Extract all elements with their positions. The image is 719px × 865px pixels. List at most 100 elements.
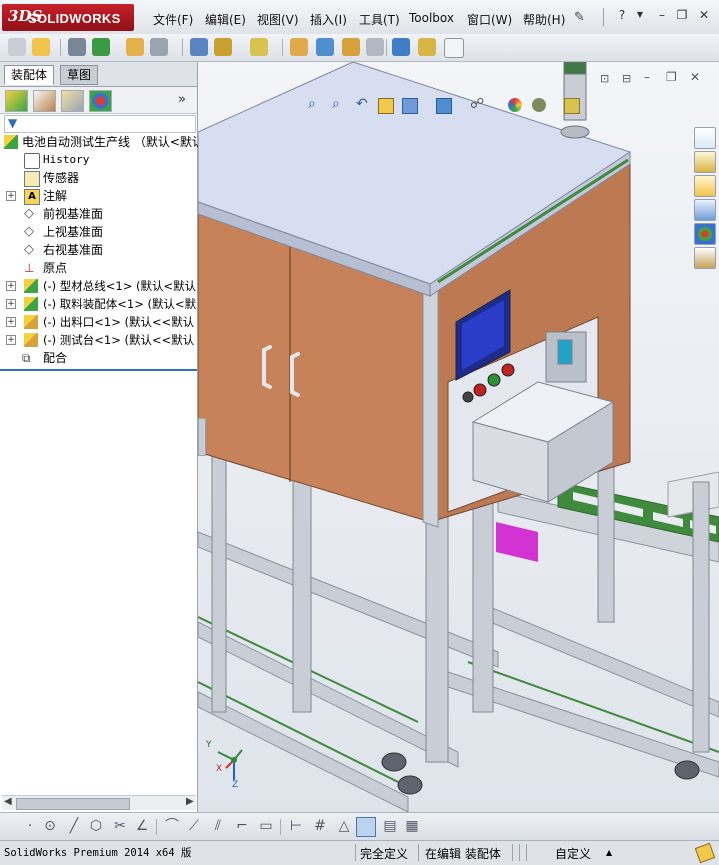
tag-icon[interactable]	[694, 842, 716, 864]
measure-icon[interactable]	[392, 38, 410, 56]
horizontal-icon[interactable]: ▤	[382, 818, 398, 834]
tree-item-outlet[interactable]: + (-) 出料口<1> (默认<<默认	[0, 313, 197, 331]
horizontal-scrollbar[interactable]: ◀ ▶	[2, 795, 196, 810]
select-icon[interactable]	[150, 38, 168, 56]
expand-icon[interactable]: +	[6, 299, 16, 309]
menu-edit[interactable]: 编辑(E)	[205, 11, 246, 28]
bom-icon[interactable]	[342, 38, 360, 56]
tree-item-sensors[interactable]: 传感器	[0, 169, 197, 187]
filter-box[interactable]: ▼	[4, 115, 196, 133]
smart-fasteners-icon[interactable]	[290, 38, 308, 56]
tree-item-right-plane[interactable]: ◇ 右视基准面	[0, 241, 197, 259]
tab-assembly[interactable]: 装配体	[4, 65, 55, 85]
tree-root[interactable]: 电池自动测试生产线 （默认<默认	[0, 133, 204, 151]
menu-file[interactable]: 文件(F)	[153, 11, 193, 28]
units-dropdown-icon[interactable]: ▲	[606, 848, 612, 857]
table-icon[interactable]: ▦	[404, 818, 420, 834]
point-icon[interactable]: ·	[22, 818, 38, 834]
panel-collapse-handle[interactable]	[198, 418, 206, 456]
zoom-area-icon[interactable]: ⌕	[332, 96, 340, 112]
insert-component-icon[interactable]	[190, 38, 208, 56]
menu-help[interactable]: 帮助(H)	[523, 11, 565, 28]
doc-minimize-icon[interactable]: –	[644, 70, 650, 84]
grid-icon[interactable]: #	[312, 818, 328, 834]
menu-tools[interactable]: 工具(T)	[359, 11, 400, 28]
view-orientation-icon[interactable]	[402, 98, 418, 114]
rollback-bar[interactable]	[0, 369, 197, 371]
view-palette-icon[interactable]	[694, 199, 716, 221]
propertymanager-icon[interactable]	[33, 90, 56, 112]
scroll-thumb[interactable]	[16, 798, 130, 810]
help-dropdown-icon[interactable]: ▼	[633, 9, 647, 21]
paperclip-icon[interactable]	[68, 38, 86, 56]
interference-icon[interactable]	[366, 38, 384, 56]
status-units[interactable]: 自定义	[555, 845, 591, 862]
circle-icon[interactable]: ⊙	[42, 818, 58, 834]
fillet-icon[interactable]: ⌒	[164, 818, 180, 834]
tree-item-mates[interactable]: ⧉ 配合	[0, 349, 197, 367]
menu-toolbox[interactable]: Toolbox	[409, 11, 454, 25]
scene-icon[interactable]	[532, 98, 546, 112]
tab-sketch[interactable]: 草图	[60, 65, 99, 85]
new-doc-icon[interactable]	[8, 38, 26, 56]
tree-item-test-bench[interactable]: + (-) 测试台<1> (默认<<默认	[0, 331, 197, 349]
polygon-icon[interactable]: ⬡	[88, 818, 104, 834]
line-icon[interactable]: ╱	[66, 818, 82, 834]
zoom-to-fit-icon[interactable]: ⌕	[308, 96, 316, 112]
menu-window[interactable]: 窗口(W)	[467, 11, 512, 28]
help-icon[interactable]: ?	[615, 9, 629, 21]
corner-icon[interactable]: ⌐	[234, 818, 250, 834]
mass-properties-icon[interactable]	[418, 38, 436, 56]
expand-icon[interactable]: +	[6, 317, 16, 327]
minimize-icon[interactable]: –	[655, 9, 669, 21]
dimension-icon[interactable]: ⊢	[288, 818, 304, 834]
configurationmanager-icon[interactable]	[61, 90, 84, 112]
scroll-left-icon[interactable]: ◀	[4, 796, 12, 807]
box-icon[interactable]	[356, 817, 376, 837]
chamfer-icon[interactable]: ⟋	[186, 818, 202, 834]
restore-icon[interactable]: ❐	[675, 9, 689, 21]
hide-show-icon[interactable]: ☍	[470, 96, 484, 112]
exploded-view-icon[interactable]	[316, 38, 334, 56]
filter-icon[interactable]: ▼	[8, 116, 17, 130]
tree-item-history[interactable]: History	[0, 151, 197, 169]
tree-item-profile-line[interactable]: + (-) 型材总线<1> (默认<默认	[0, 277, 197, 295]
offset-icon[interactable]: ⫽	[210, 818, 226, 834]
angle-icon[interactable]: ∠	[134, 818, 150, 834]
tree-item-top-plane[interactable]: ◇ 上视基准面	[0, 223, 197, 241]
tree-item-annotations[interactable]: + A 注解	[0, 187, 197, 205]
design-library-icon[interactable]	[694, 151, 716, 173]
tile-view-icon[interactable]: ⊟	[622, 72, 631, 85]
doc-close-icon[interactable]: ✕	[690, 70, 700, 84]
triangle-icon[interactable]: △	[336, 818, 352, 834]
mate-icon[interactable]	[214, 38, 232, 56]
display-style-icon[interactable]	[436, 98, 452, 114]
file-explorer-icon[interactable]	[694, 175, 716, 197]
solidworks-logo[interactable]: 3DS SOLIDWORKS	[2, 4, 134, 31]
tree-item-front-plane[interactable]: ◇ 前视基准面	[0, 205, 197, 223]
chevron-right-icon[interactable]: »	[178, 92, 186, 107]
close-icon[interactable]: ✕	[697, 9, 711, 21]
graphics-area[interactable]: ⌕ ⌕ ↶ ☍ ⊡ ⊟ – ❐ ✕ Y X Z	[198, 62, 719, 812]
move-component-icon[interactable]	[250, 38, 268, 56]
view-settings-icon[interactable]	[564, 98, 580, 114]
fullscreen-icon[interactable]	[444, 38, 464, 58]
scroll-right-icon[interactable]: ▶	[186, 796, 194, 807]
appearance-icon[interactable]	[508, 98, 522, 112]
tree-item-pick-assembly[interactable]: + (-) 取料装配体<1> (默认<默	[0, 295, 197, 313]
open-icon[interactable]	[32, 38, 50, 56]
previous-view-icon[interactable]: ↶	[356, 96, 368, 112]
menu-view[interactable]: 视图(V)	[257, 11, 299, 28]
custom-properties-icon[interactable]	[694, 247, 716, 269]
displaymanager-icon[interactable]	[89, 90, 112, 112]
options-icon[interactable]	[126, 38, 144, 56]
expand-icon[interactable]: +	[6, 281, 16, 291]
section-view-icon[interactable]	[378, 98, 394, 114]
home-icon[interactable]	[694, 127, 716, 149]
menu-insert[interactable]: 插入(I)	[310, 11, 347, 28]
pin-icon[interactable]: ✎	[574, 10, 590, 25]
rebuild-icon[interactable]	[92, 38, 110, 56]
expand-icon[interactable]: +	[6, 335, 16, 345]
appearances-icon[interactable]	[694, 223, 716, 245]
expand-icon[interactable]: +	[6, 191, 16, 201]
